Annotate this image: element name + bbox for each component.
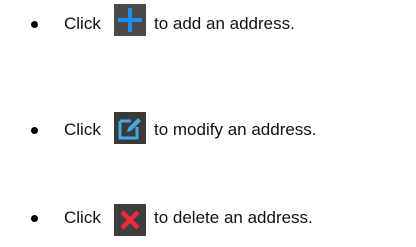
bullet-point — [31, 215, 38, 222]
close-icon — [114, 204, 146, 236]
instruction-suffix: to delete an address. — [154, 208, 313, 227]
instruction-modify: Click to modify an address. — [0, 110, 416, 150]
bullet-point — [31, 127, 38, 134]
instruction-delete: Click to delete an address. — [0, 198, 416, 238]
plus-icon — [114, 4, 146, 36]
bullet-point — [31, 21, 38, 28]
instruction-suffix: to add an address. — [154, 14, 295, 33]
instruction-suffix: to modify an address. — [154, 120, 317, 139]
instruction-add: Click to add an address. — [0, 4, 416, 44]
instruction-prefix: Click — [64, 14, 101, 33]
instruction-prefix: Click — [64, 120, 101, 139]
instruction-prefix: Click — [64, 208, 101, 227]
edit-icon — [114, 112, 146, 144]
